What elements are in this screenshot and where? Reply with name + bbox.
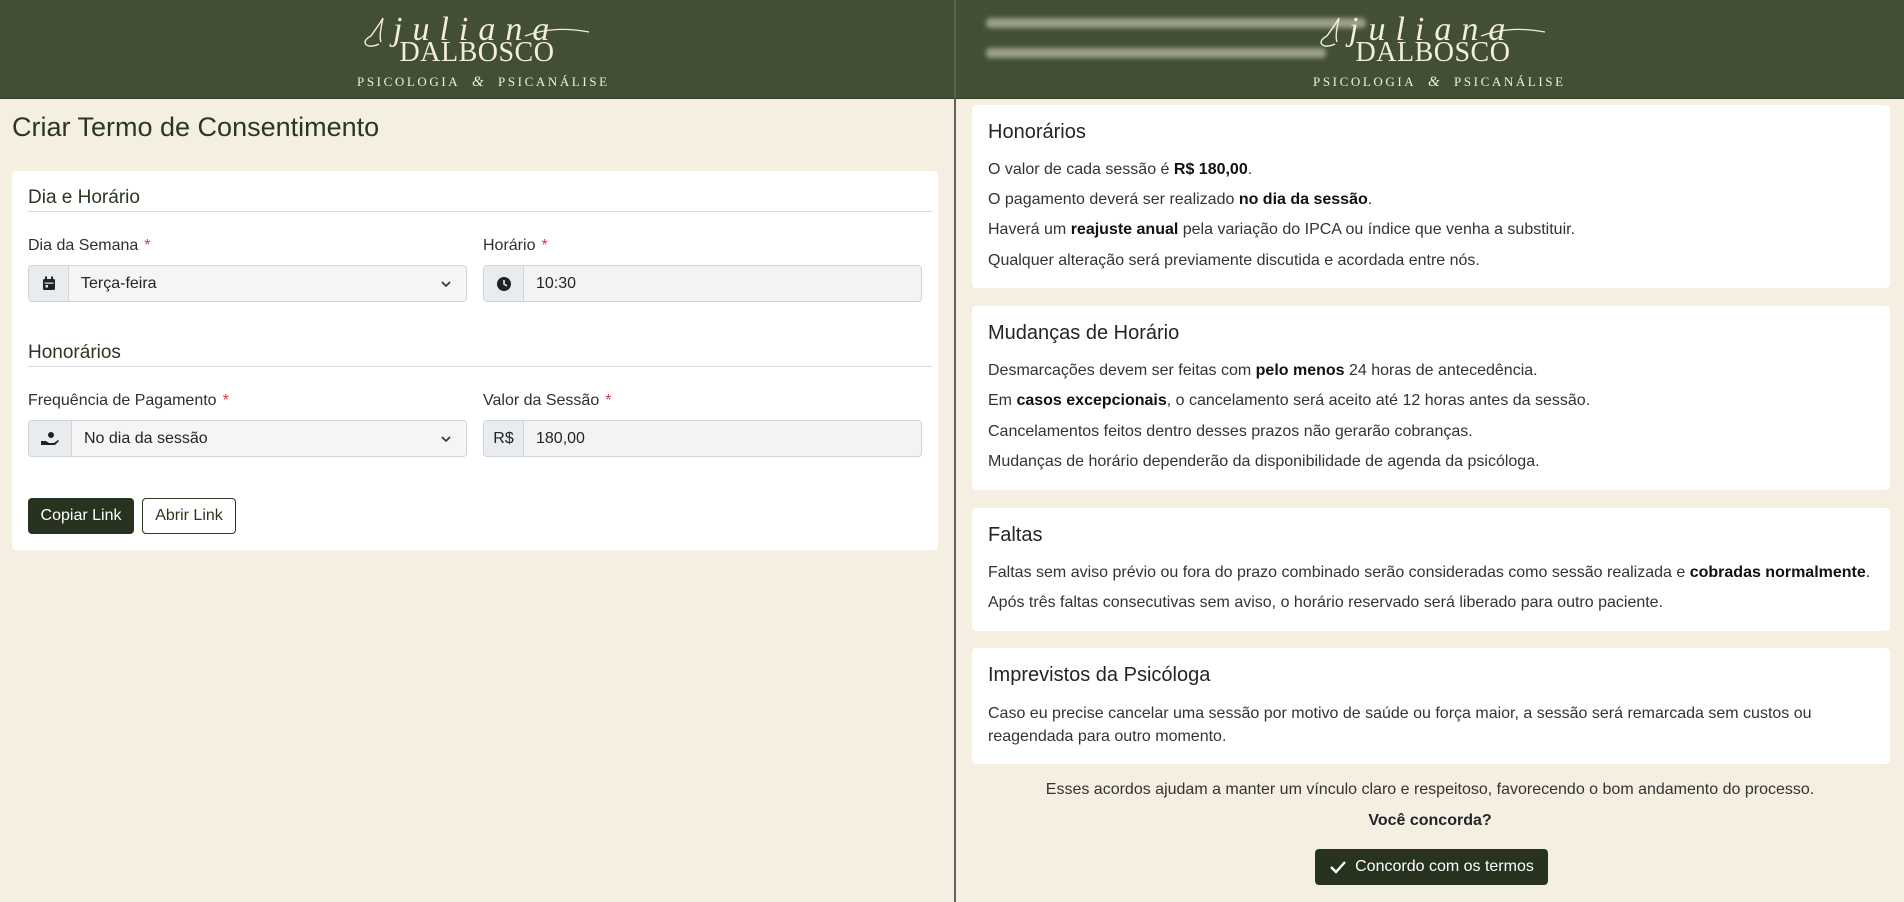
logo-subtitle: PSICOLOGIA & PSICANÁLISE — [357, 74, 610, 90]
term-line: Desmarcações devem ser feitas com pelo m… — [988, 362, 1538, 379]
form-card: Dia e Horário Dia da Semana * Terça-feira… — [12, 171, 938, 550]
card-title: Honorários — [988, 121, 1086, 143]
terms-preview-pane: juliana DALBOSCO PSICOLOGIA & PSICANÁLIS… — [956, 0, 1904, 902]
term-line: Mudanças de horário dependerão da dispon… — [988, 453, 1540, 470]
logo: juliana DALBOSCO PSICOLOGIA & PSICANÁLIS… — [357, 6, 610, 92]
weekday-select[interactable]: Terça-feira — [28, 265, 467, 302]
open-link-button[interactable]: Abrir Link — [142, 498, 236, 534]
term-line: Faltas sem aviso prévio ou fora do prazo… — [988, 564, 1871, 581]
chevron-down-icon — [441, 436, 451, 443]
hand-coin-icon — [29, 421, 72, 456]
chevron-down-icon — [441, 281, 451, 288]
term-line: Haverá um reajuste anual pela variação d… — [988, 221, 1576, 238]
divider — [28, 211, 932, 212]
agree-button[interactable]: Concordo com os termos — [1315, 849, 1548, 885]
term-line: O pagamento deverá ser realizado no dia … — [988, 191, 1373, 208]
session-value-input[interactable]: R$ 180,00 — [483, 420, 922, 457]
term-line: Cancelamentos feitos dentro desses prazo… — [988, 423, 1473, 440]
session-value[interactable]: 180,00 — [524, 421, 921, 456]
currency-prefix: R$ — [484, 421, 524, 456]
weekday-label: Dia da Semana * — [28, 237, 151, 254]
logo-surname: DALBOSCO — [1355, 37, 1511, 68]
fees-card: Honorários O valor de cada sessão é R$ 1… — [972, 105, 1890, 288]
form-pane: juliana DALBOSCO PSICOLOGIA & PSICANÁLIS… — [0, 0, 954, 902]
time-value[interactable]: 10:30 — [524, 266, 921, 301]
agree-button-label: Concordo com os termos — [1355, 858, 1534, 875]
closing-text: Esses acordos ajudam a manter um vínculo… — [1045, 781, 1815, 798]
copy-link-button[interactable]: Copiar Link — [28, 498, 134, 534]
page-title: Criar Termo de Consentimento — [12, 112, 380, 142]
payment-frequency-label: Frequência de Pagamento * — [28, 392, 229, 409]
term-line: Após três faltas consecutivas sem aviso,… — [988, 594, 1664, 611]
term-paragraph: Caso eu precise cancelar uma sessão por … — [988, 705, 1812, 745]
payment-frequency-value[interactable]: No dia da sessão — [72, 421, 466, 456]
logo-surname: DALBOSCO — [399, 37, 555, 68]
logo-subtitle: PSICOLOGIA & PSICANÁLISE — [1313, 74, 1566, 90]
clock-icon — [484, 266, 524, 301]
unforeseen-card: Imprevistos da Psicóloga Caso eu precise… — [972, 648, 1890, 764]
header: juliana DALBOSCO PSICOLOGIA & PSICANÁLIS… — [956, 0, 1904, 99]
weekday-value[interactable]: Terça-feira — [69, 266, 466, 301]
section-title-fees: Honorários — [28, 342, 121, 363]
header: juliana DALBOSCO PSICOLOGIA & PSICANÁLIS… — [0, 0, 954, 99]
time-input[interactable]: 10:30 — [483, 265, 922, 302]
card-title: Faltas — [988, 524, 1043, 546]
section-title-schedule: Dia e Horário — [28, 187, 140, 208]
term-line: O valor de cada sessão é R$ 180,00. — [988, 161, 1253, 178]
check-icon — [1330, 861, 1347, 874]
divider — [28, 366, 932, 367]
card-title: Imprevistos da Psicóloga — [988, 664, 1211, 686]
term-line: Em casos excepcionais, o cancelamento se… — [988, 392, 1591, 409]
absences-card: Faltas Faltas sem aviso prévio ou fora d… — [972, 508, 1890, 631]
schedule-changes-card: Mudanças de Horário Desmarcações devem s… — [972, 306, 1890, 490]
session-value-label: Valor da Sessão * — [483, 392, 612, 409]
term-line: Qualquer alteração será previamente disc… — [988, 252, 1480, 269]
agree-question: Você concorda? — [1368, 812, 1492, 829]
card-title: Mudanças de Horário — [988, 322, 1180, 344]
time-label: Horário * — [483, 237, 548, 254]
payment-frequency-select[interactable]: No dia da sessão — [28, 420, 467, 457]
logo: juliana DALBOSCO PSICOLOGIA & PSICANÁLIS… — [1313, 6, 1566, 92]
calendar-icon — [29, 266, 69, 301]
